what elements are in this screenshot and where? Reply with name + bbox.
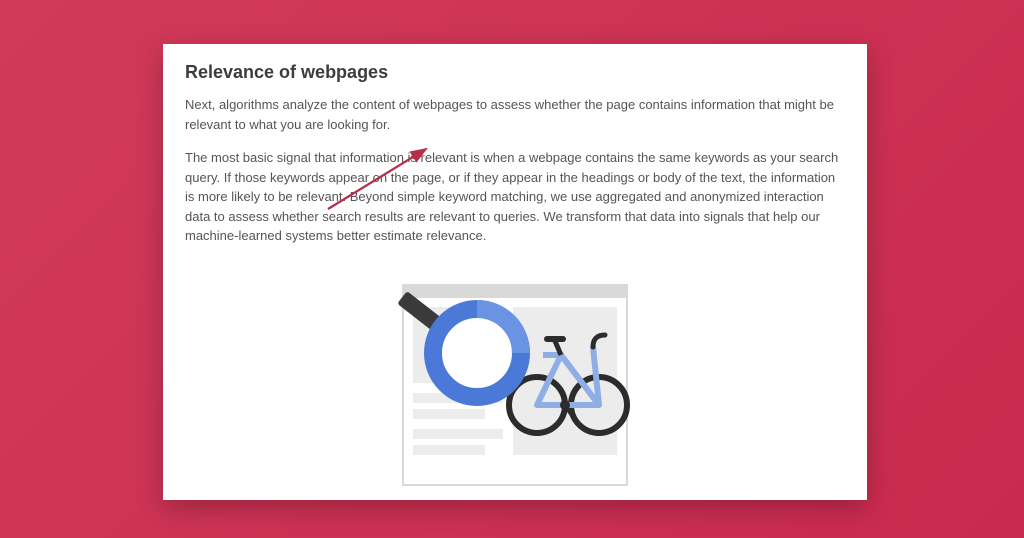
section-heading: Relevance of webpages bbox=[185, 62, 845, 83]
relevance-illustration bbox=[365, 275, 665, 500]
detail-paragraph: The most basic signal that information i… bbox=[185, 148, 845, 246]
content-card: Relevance of webpages Next, algorithms a… bbox=[163, 44, 867, 500]
intro-paragraph: Next, algorithms analyze the content of … bbox=[185, 95, 845, 134]
